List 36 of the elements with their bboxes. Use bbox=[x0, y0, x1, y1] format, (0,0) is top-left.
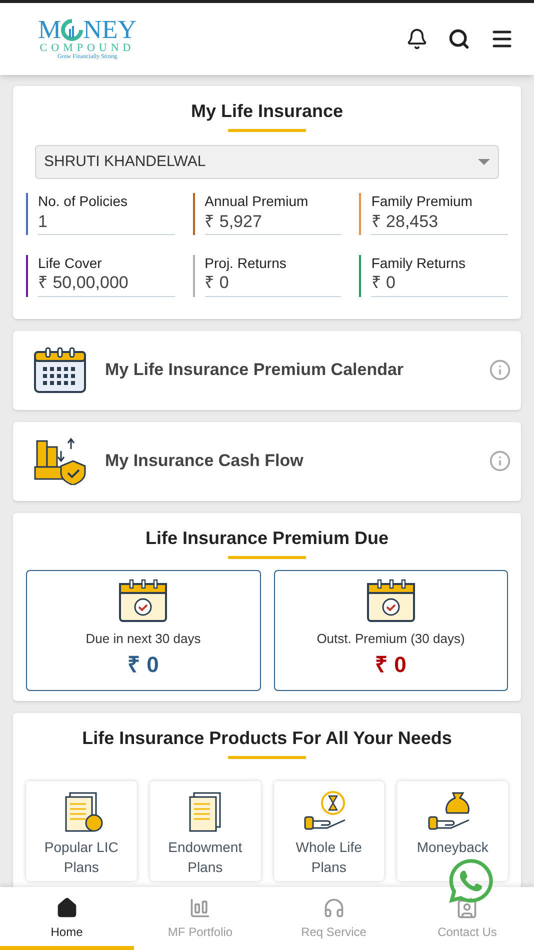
product-label: Moneyback bbox=[416, 838, 488, 856]
product-tile[interactable]: Whole Life Plans bbox=[274, 780, 384, 880]
section-title: Life Insurance Premium Due bbox=[145, 526, 389, 550]
stat-label: Proj. Returns bbox=[204, 254, 288, 272]
link-title[interactable]: My Insurance Cash Flow bbox=[105, 448, 471, 474]
product-tile[interactable]: Popular LIC Plans bbox=[26, 780, 137, 880]
stat-label: Family Premium bbox=[371, 193, 474, 210]
product-label: Endowment Plans bbox=[167, 838, 244, 876]
stat-value: ₹ 0 bbox=[371, 272, 397, 294]
stat-value: ₹ 50,00,000 bbox=[38, 272, 130, 294]
product-tile[interactable]: Endowment Plans bbox=[150, 780, 260, 880]
stat-value: ₹ 5,927 bbox=[204, 210, 263, 232]
due-amount: ₹ 0 bbox=[375, 651, 406, 680]
link-title[interactable]: My Life Insurance Premium Calendar bbox=[105, 357, 471, 383]
due-label: Due in next 30 days bbox=[86, 630, 201, 648]
product-label: Whole Life Plans bbox=[294, 838, 363, 876]
section-title: My Life Insurance bbox=[190, 100, 344, 123]
product-label: Popular LIC Plans bbox=[43, 838, 120, 876]
due-card[interactable]: Due in next 30 days ₹ 0 bbox=[26, 570, 260, 690]
stat-value: ₹ 28,453 bbox=[371, 210, 440, 232]
stat-label: Life Cover bbox=[38, 254, 103, 272]
section-title: Life Insurance Products For All Your Needs bbox=[82, 726, 452, 750]
stat-value: 1 bbox=[38, 210, 48, 232]
nav-tab[interactable]: Home bbox=[0, 887, 134, 950]
due-label: Outst. Premium (30 days) bbox=[316, 630, 465, 648]
due-amount: ₹ 0 bbox=[128, 651, 159, 680]
stat-label: No. of Policies bbox=[38, 193, 128, 210]
stat-value: ₹ 0 bbox=[204, 272, 230, 294]
product-tile[interactable]: Moneyback bbox=[397, 780, 508, 880]
logo-subtitle: COMPOUND bbox=[40, 42, 135, 54]
member-select[interactable]: SHRUTI KHANDELWAL bbox=[35, 145, 499, 179]
logo-text: M bbox=[38, 16, 62, 43]
stat-label: Family Returns bbox=[371, 254, 466, 272]
stat-label: Annual Premium bbox=[204, 193, 310, 210]
logo-text: NEY bbox=[83, 16, 137, 43]
due-card[interactable]: Outst. Premium (30 days) ₹ 0 bbox=[274, 570, 508, 690]
